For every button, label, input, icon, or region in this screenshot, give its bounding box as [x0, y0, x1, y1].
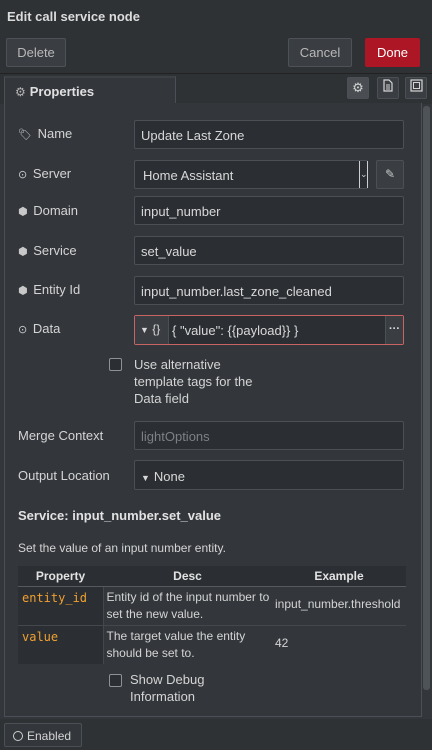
- domain-label: ⬢ Domain: [18, 203, 79, 218]
- table-row: value The target value the entity should…: [18, 624, 406, 664]
- dialog-title: Edit call service node: [0, 0, 432, 32]
- merge-context-label: Merge Context: [18, 428, 104, 443]
- target-icon: ⊙: [18, 324, 28, 336]
- data-label: ⊙ Data: [18, 321, 61, 336]
- tab-bar: ⚙ Properties ⚙: [0, 74, 432, 105]
- service-input[interactable]: set_value: [134, 236, 404, 265]
- chevron-down-icon[interactable]: ⌄: [359, 161, 368, 188]
- property-cell: entity_id: [18, 585, 104, 625]
- target-icon: ⊙: [18, 169, 28, 181]
- alt-tags-checkbox[interactable]: [109, 358, 122, 371]
- cube-icon: ⬢: [18, 206, 28, 218]
- data-type-selector[interactable]: ▼ {}: [135, 316, 169, 344]
- edit-server-button[interactable]: ✎: [376, 160, 404, 189]
- settings-gear-icon[interactable]: ⚙: [347, 77, 369, 99]
- merge-context-input[interactable]: lightOptions: [134, 421, 404, 450]
- table-row: entity_id Entity id of the input number …: [18, 585, 406, 625]
- service-label: ⬢ Service: [18, 243, 77, 258]
- domain-input[interactable]: input_number: [134, 196, 404, 225]
- json-type-icon: {}: [152, 322, 161, 336]
- cube-icon: ⬢: [18, 285, 28, 297]
- property-cell: value: [18, 624, 104, 664]
- alt-tags-label: Use alternative template tags for the Da…: [134, 357, 253, 406]
- data-typed-input[interactable]: ▼ {} { "value": {{payload}} } ···: [134, 315, 404, 345]
- entity-id-input[interactable]: input_number.last_zone_cleaned: [134, 276, 404, 305]
- service-info-title: Service: input_number.set_value: [18, 508, 222, 523]
- cube-icon: ⬢: [18, 246, 28, 258]
- column-header-property: Property: [18, 566, 103, 587]
- gear-icon: ⚙: [15, 85, 26, 99]
- enabled-toggle-button[interactable]: Enabled: [4, 723, 82, 747]
- scrollbar[interactable]: [423, 106, 430, 690]
- appearance-icon[interactable]: [405, 77, 427, 99]
- circle-icon: [13, 731, 23, 741]
- service-info-description: Set the value of an input number entity.: [18, 541, 226, 555]
- output-location-select[interactable]: ▼ None: [134, 460, 404, 490]
- footer-bar: Enabled: [0, 719, 432, 750]
- expand-editor-button[interactable]: ···: [385, 316, 403, 344]
- frame-icon: [409, 79, 423, 92]
- server-select[interactable]: Home Assistant: [134, 160, 368, 189]
- name-input[interactable]: Update Last Zone: [134, 120, 404, 149]
- pencil-icon: ✎: [384, 167, 396, 181]
- button-bar: Delete Cancel Done: [0, 32, 432, 74]
- desc-cell: Entity id of the input number to set the…: [103, 585, 272, 625]
- data-value[interactable]: { "value": {{payload}} }: [172, 323, 298, 338]
- debug-checkbox[interactable]: [109, 674, 122, 687]
- desc-cell: The target value the entity should be se…: [103, 624, 272, 664]
- example-cell: input_number.threshold: [272, 585, 406, 625]
- entity-id-label: ⬢ Entity Id: [18, 282, 81, 297]
- service-fields-table: Property Desc Example entity_id Entity i…: [18, 566, 406, 664]
- caret-down-icon: ▼: [141, 473, 150, 483]
- server-label: ⊙ Server: [18, 166, 72, 181]
- name-label: 🏷 Name: [18, 126, 73, 141]
- caret-down-icon: ▼: [140, 325, 149, 335]
- tag-icon: 🏷: [18, 129, 32, 141]
- tab-properties-label: Properties: [29, 84, 95, 99]
- tab-properties[interactable]: ⚙ Properties: [4, 76, 176, 105]
- cancel-button[interactable]: Cancel: [288, 38, 352, 67]
- done-button[interactable]: Done: [365, 38, 420, 67]
- example-cell: 42: [272, 624, 406, 664]
- column-header-desc: Desc: [103, 566, 272, 587]
- document-icon: [383, 79, 393, 92]
- delete-button[interactable]: Delete: [6, 38, 66, 67]
- column-header-example: Example: [272, 566, 406, 587]
- description-icon[interactable]: [377, 77, 399, 99]
- table-header-row: Property Desc Example: [18, 566, 406, 587]
- debug-label: Show Debug Information: [130, 672, 205, 704]
- output-location-label: Output Location: [18, 468, 110, 483]
